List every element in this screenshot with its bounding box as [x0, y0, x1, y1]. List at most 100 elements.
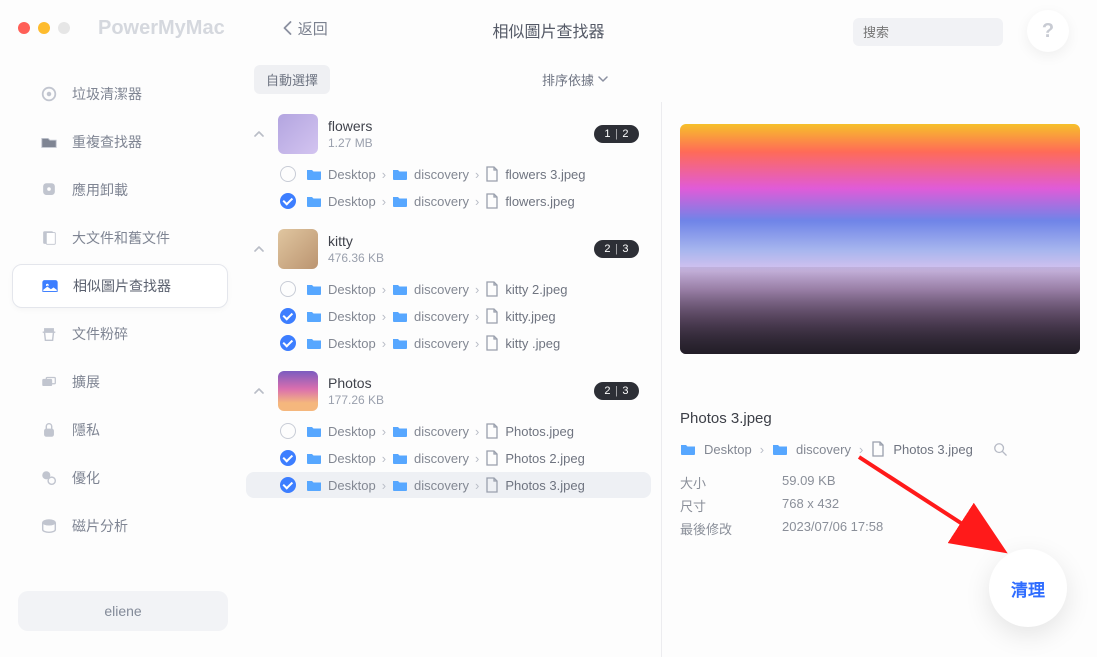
file-icon [485, 281, 499, 297]
path-segment: Desktop [328, 451, 376, 466]
file-row[interactable]: Desktop›discovery›flowers.jpeg [246, 188, 651, 214]
checkbox[interactable] [280, 450, 296, 466]
checkbox[interactable] [280, 281, 296, 297]
sort-label: 排序依據 [542, 70, 594, 89]
file-path: Desktop›discovery›Photos 2.jpeg [306, 450, 585, 466]
path-segment: discovery [414, 336, 469, 351]
detail-value: 2023/07/06 17:58 [782, 519, 883, 538]
window-traffic-lights[interactable] [18, 22, 70, 34]
chevron-up-icon[interactable] [250, 243, 268, 255]
file-row[interactable]: Desktop›discovery›Photos 3.jpeg [246, 472, 651, 498]
detail-key: 尺寸 [680, 496, 736, 515]
path-segment: Desktop [328, 282, 376, 297]
filename: Photos 2.jpeg [505, 451, 585, 466]
sidebar-item-6[interactable]: 擴展 [12, 360, 228, 404]
group-title: kitty [328, 233, 384, 249]
reveal-icon[interactable] [993, 442, 1007, 456]
sidebar-icon [40, 229, 58, 247]
path-segment: Desktop [328, 194, 376, 209]
chevron-right-icon: › [475, 424, 479, 439]
group-header[interactable]: kitty476.36 KB2|3 [240, 223, 657, 275]
path-segment: Desktop [328, 309, 376, 324]
file-icon [485, 166, 499, 182]
folder-icon [306, 194, 322, 208]
chevron-down-icon [598, 74, 608, 84]
sidebar-item-0[interactable]: 垃圾清潔器 [12, 72, 228, 116]
group-thumbnail [278, 229, 318, 269]
sidebar-item-7[interactable]: 隱私 [12, 408, 228, 452]
sidebar-item-label: 優化 [72, 468, 100, 488]
sidebar-icon [40, 373, 58, 391]
chevron-up-icon[interactable] [250, 385, 268, 397]
chevron-right-icon: › [382, 336, 386, 351]
folder-icon [680, 442, 696, 456]
file-row[interactable]: Desktop›discovery›Photos 2.jpeg [246, 445, 651, 471]
result-list[interactable]: flowers1.27 MB1|2 Desktop › discovery › flowe… [240, 102, 662, 657]
group-title: Photos [328, 375, 384, 391]
chevron-up-icon[interactable] [250, 128, 268, 140]
detail-row: 尺寸768 x 432 [680, 494, 1071, 517]
user-chip[interactable]: eliene [18, 591, 228, 631]
filename: kitty.jpeg [505, 309, 555, 324]
chevron-right-icon: › [475, 451, 479, 466]
checkbox[interactable] [280, 335, 296, 351]
sidebar-icon [40, 421, 58, 439]
folder-icon [392, 167, 408, 181]
help-button[interactable]: ? [1027, 10, 1069, 52]
group-thumbnail [278, 114, 318, 154]
file-row[interactable]: Desktop›discovery›kitty.jpeg [246, 303, 651, 329]
folder-icon [392, 194, 408, 208]
checkbox[interactable] [280, 477, 296, 493]
chevron-right-icon: › [475, 167, 479, 182]
sidebar-item-9[interactable]: 磁片分析 [12, 504, 228, 548]
path-segment: Desktop [328, 167, 376, 182]
group-header[interactable]: Photos177.26 KB2|3 [240, 365, 657, 417]
checkbox[interactable] [280, 308, 296, 324]
folder-icon [392, 478, 408, 492]
file-row[interactable]: Desktop›discovery›Photos.jpeg [246, 418, 651, 444]
auto-select-button[interactable]: 自動選擇 [254, 65, 330, 94]
file-row[interactable]: Desktop›discovery›kitty .jpeg [246, 330, 651, 356]
chevron-right-icon: › [475, 478, 479, 493]
clean-button[interactable]: 清理 [989, 549, 1067, 627]
preview-path-segment: discovery [796, 442, 851, 457]
search-input[interactable] [853, 18, 1003, 46]
file-path: Desktop›discovery›kitty 2.jpeg [306, 281, 567, 297]
sidebar-item-8[interactable]: 優化 [12, 456, 228, 500]
sidebar-icon [40, 325, 58, 343]
chevron-right-icon: › [475, 194, 479, 209]
filename: flowers.jpeg [505, 194, 574, 209]
file-icon [485, 477, 499, 493]
sidebar-item-4[interactable]: 相似圖片查找器 [12, 264, 228, 308]
path-segment: discovery [414, 194, 469, 209]
path-segment: Desktop [328, 336, 376, 351]
chevron-right-icon: › [382, 424, 386, 439]
file-icon [485, 335, 499, 351]
preview-details: 大小59.09 KB尺寸768 x 432最後修改2023/07/06 17:5… [680, 471, 1071, 540]
path-segment: Desktop [328, 424, 376, 439]
file-row[interactable]: Desktop›discovery›kitty 2.jpeg [246, 276, 651, 302]
checkbox[interactable] [280, 423, 296, 439]
preview-path: Desktop›discovery›Photos 3.jpeg [680, 441, 1071, 457]
group-header[interactable]: flowers1.27 MB1|2 [240, 108, 657, 160]
checkbox[interactable] [280, 193, 296, 209]
sidebar-icon [40, 85, 58, 103]
path-segment: discovery [414, 167, 469, 182]
group: flowers1.27 MB1|2 Desktop › discovery › flowe… [240, 102, 657, 217]
file-icon [871, 441, 885, 457]
chevron-right-icon: › [475, 282, 479, 297]
back-label: 返回 [298, 18, 328, 39]
chevron-left-icon [283, 21, 292, 35]
sidebar-item-3[interactable]: 大文件和舊文件 [12, 216, 228, 260]
filename: kitty .jpeg [505, 336, 560, 351]
sidebar-item-1[interactable]: 重複查找器 [12, 120, 228, 164]
file-path: Desktop›discovery›flowers 3.jpeg [306, 166, 586, 182]
sidebar-item-5[interactable]: 文件粉碎 [12, 312, 228, 356]
file-row[interactable]: Desktop›discovery›flowers 3.jpeg [246, 161, 651, 187]
group-count-badge: 2|3 [594, 240, 639, 258]
checkbox[interactable] [280, 166, 296, 182]
sort-button[interactable]: 排序依據 [542, 70, 608, 89]
back-button[interactable]: 返回 [283, 18, 328, 39]
search-field[interactable] [863, 25, 1039, 40]
sidebar-item-2[interactable]: 應用卸載 [12, 168, 228, 212]
